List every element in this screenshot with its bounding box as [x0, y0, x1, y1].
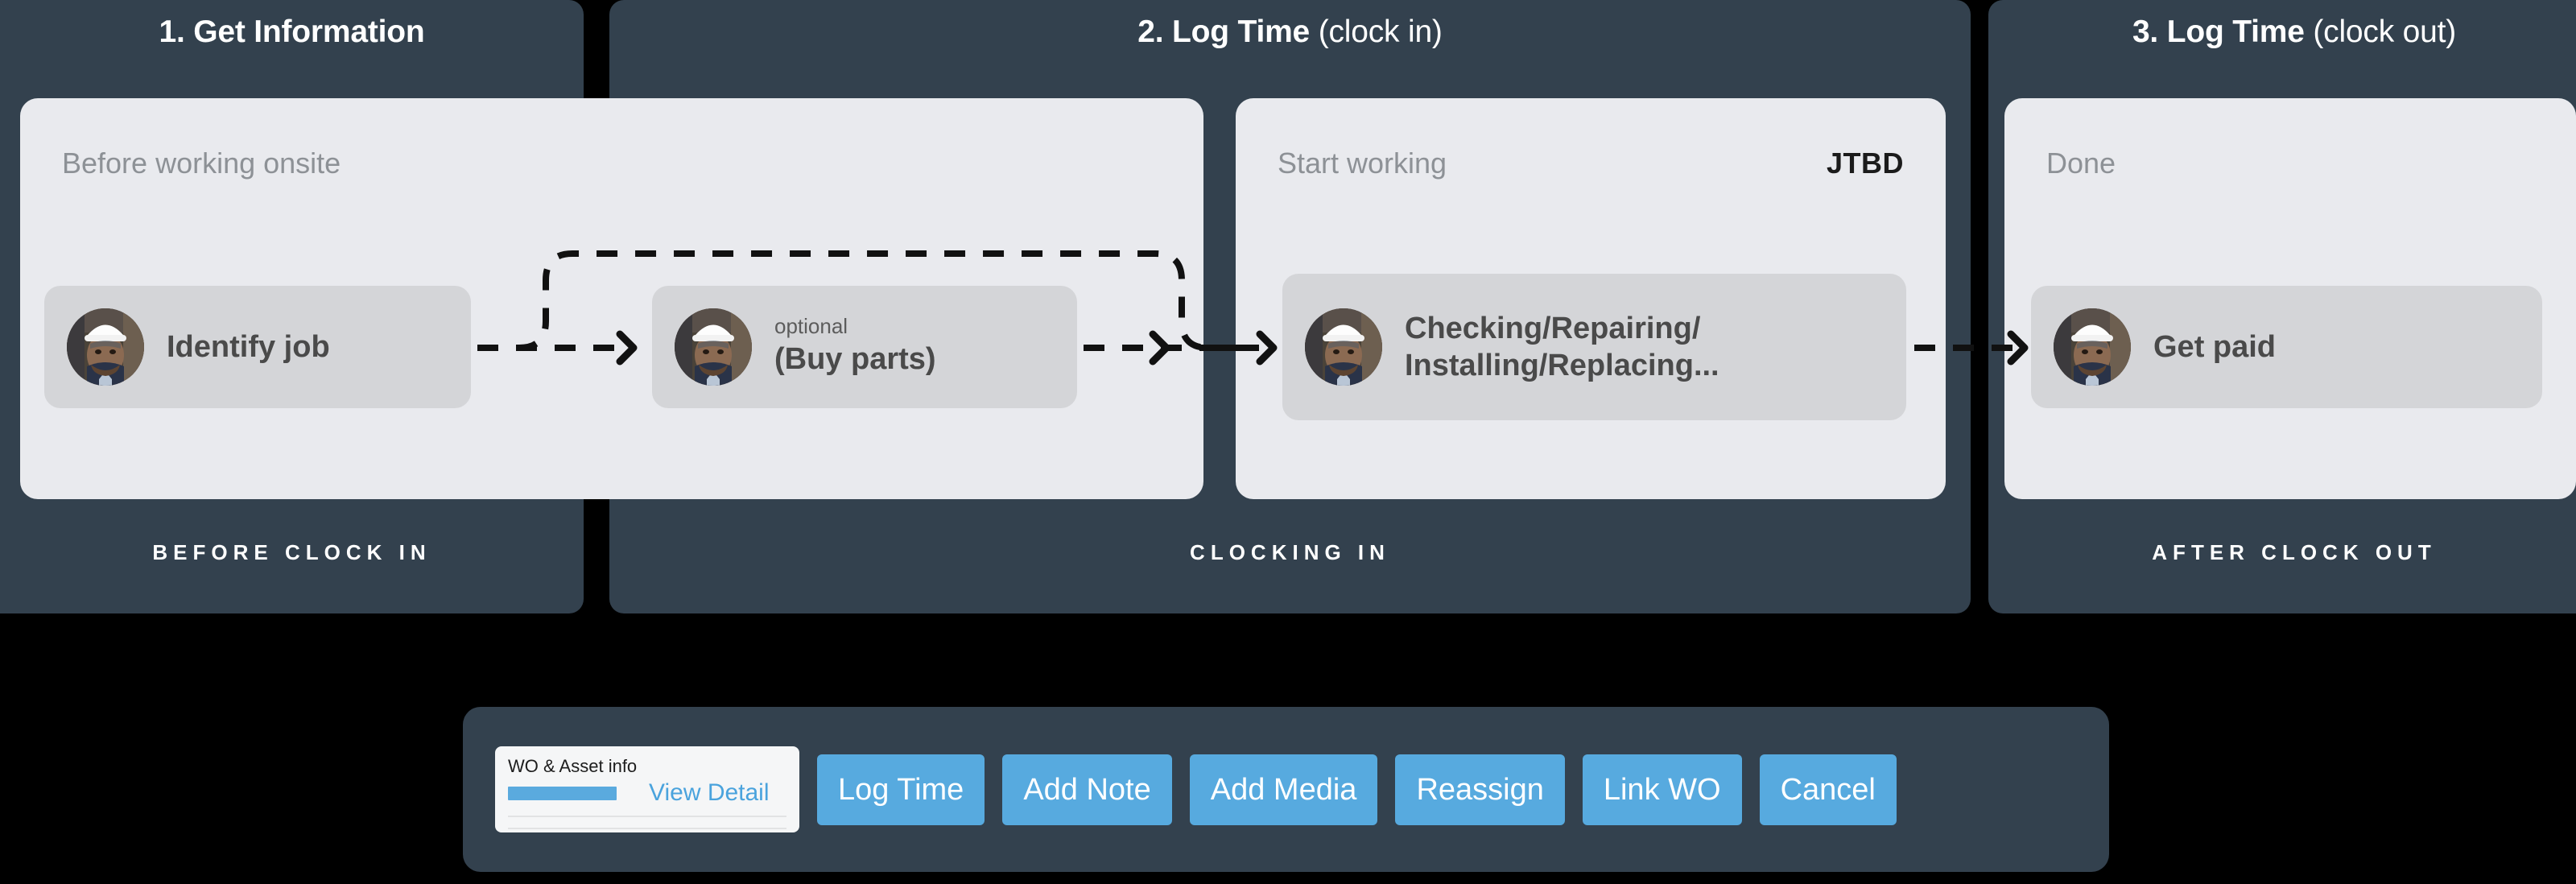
lane-head-2: Start working JTBD [1278, 147, 1904, 184]
lane-caption-3: Done [2046, 147, 2116, 180]
phase-footer-1: BEFORE CLOCK IN [152, 540, 431, 564]
step-label-buy-parts: (Buy parts) [774, 342, 936, 377]
step-label-identify-job: Identify job [167, 329, 330, 364]
placeholder-rule [508, 816, 786, 817]
lane-caption-2: Start working [1278, 147, 1447, 180]
link-wo-button[interactable]: Link WO [1582, 754, 1742, 825]
phase-title-3-bold: 3. Log Time [2132, 14, 2305, 49]
reassign-button[interactable]: Reassign [1395, 754, 1565, 825]
avatar [67, 308, 144, 386]
phase-footer-3: AFTER CLOCK OUT [2152, 540, 2437, 564]
phase-footer-2: CLOCKING IN [1190, 540, 1390, 564]
phase-title-3: 3. Log Time (clock out) [1988, 14, 2576, 50]
add-note-button[interactable]: Add Note [1002, 754, 1172, 825]
flow-diagram-canvas: 1. Get Information BEFORE CLOCK IN 2. Lo… [0, 0, 2576, 884]
avatar [675, 308, 752, 386]
avatar [1305, 308, 1382, 386]
step-chip-identify-job[interactable]: Identify job [44, 286, 471, 408]
action-bar: WO & Asset info View Detail Log Time Add… [463, 707, 2109, 872]
step-chip-checking-repairing[interactable]: Checking/Repairing/ Installing/Replacing… [1282, 274, 1906, 420]
step-sublabel-optional: optional [774, 314, 848, 339]
step-label-checking-repairing: Checking/Repairing/ Installing/Replacing… [1405, 311, 1719, 382]
phase-title-1-bold: 1. Get Information [159, 14, 425, 49]
add-media-button[interactable]: Add Media [1189, 754, 1378, 825]
phase-title-2-bold: 2. Log Time [1137, 14, 1311, 49]
step-chip-buy-parts[interactable]: optional (Buy parts) [652, 286, 1077, 408]
placeholder-rule [508, 828, 786, 829]
lane-tag-jtbd: JTBD [1826, 147, 1904, 180]
wo-asset-info-card[interactable]: WO & Asset info View Detail [495, 746, 799, 832]
lane-caption-1: Before working onsite [62, 147, 341, 180]
phase-title-3-soft: (clock out) [2304, 14, 2457, 49]
wo-asset-info-title: WO & Asset info [508, 756, 638, 776]
step-text-buy-parts: optional (Buy parts) [774, 314, 936, 378]
step-label-get-paid: Get paid [2153, 329, 2277, 364]
phase-title-2: 2. Log Time (clock in) [609, 14, 1971, 50]
progress-bar [508, 786, 617, 800]
phase-title-1: 1. Get Information [0, 14, 584, 50]
log-time-button[interactable]: Log Time [817, 754, 985, 825]
lane-head-1: Before working onsite [62, 147, 1162, 184]
lane-head-3: Done [2046, 147, 2534, 184]
cancel-button[interactable]: Cancel [1759, 754, 1897, 825]
wo-asset-info-row: View Detail [508, 781, 786, 805]
phase-title-2-soft: (clock in) [1310, 14, 1443, 49]
view-detail-link[interactable]: View Detail [649, 781, 770, 805]
avatar [2054, 308, 2131, 386]
step-chip-get-paid[interactable]: Get paid [2031, 286, 2542, 408]
